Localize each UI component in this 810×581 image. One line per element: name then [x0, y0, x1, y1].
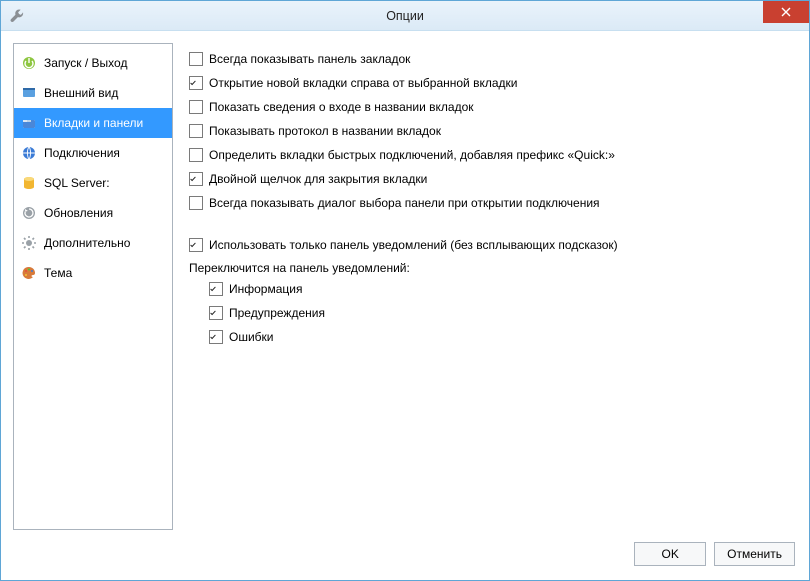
- checkbox-icon: [189, 172, 203, 186]
- options-dialog: Опции Запуск / Выход Внешний вид Вкладки…: [0, 0, 810, 581]
- checkbox-label: Показывать протокол в названии вкладок: [209, 124, 441, 138]
- checkbox-doubleclick-close[interactable]: Двойной щелчок для закрытия вкладки: [189, 167, 793, 191]
- checkbox-label: Показать сведения о входе в названии вкл…: [209, 100, 474, 114]
- checkbox-icon: [209, 306, 223, 320]
- checkbox-open-tab-right[interactable]: Открытие новой вкладки справа от выбранн…: [189, 71, 793, 95]
- dialog-button-bar: OK Отменить: [1, 538, 809, 580]
- checkbox-label: Двойной щелчок для закрытия вкладки: [209, 172, 427, 186]
- sidebar-item-label: Внешний вид: [44, 86, 118, 100]
- checkbox-always-show-bookmarks[interactable]: Всегда показывать панель закладок: [189, 47, 793, 71]
- connections-icon: [20, 144, 38, 162]
- checkbox-icon: [189, 196, 203, 210]
- cancel-button[interactable]: Отменить: [714, 542, 795, 566]
- checkbox-show-logon-tabtitle[interactable]: Показать сведения о входе в названии вкл…: [189, 95, 793, 119]
- updates-icon: [20, 204, 38, 222]
- checkbox-always-panel-dialog[interactable]: Всегда показывать диалог выбора панели п…: [189, 191, 793, 215]
- sidebar-item-updates[interactable]: Обновления: [14, 198, 172, 228]
- sidebar-item-sqlserver[interactable]: SQL Server:: [14, 168, 172, 198]
- sidebar-item-label: Подключения: [44, 146, 120, 160]
- checkbox-icon: [189, 100, 203, 114]
- sidebar-item-tabs-panels[interactable]: Вкладки и панели: [14, 108, 172, 138]
- checkbox-label: Открытие новой вкладки справа от выбранн…: [209, 76, 517, 90]
- sidebar-item-label: SQL Server:: [44, 176, 110, 190]
- checkbox-icon: [189, 124, 203, 138]
- dialog-body: Запуск / Выход Внешний вид Вкладки и пан…: [1, 31, 809, 538]
- checkbox-switch-info[interactable]: Информация: [189, 277, 793, 301]
- titlebar: Опции: [1, 1, 809, 31]
- spacer: [189, 215, 793, 233]
- sidebar-item-label: Дополнительно: [44, 236, 130, 250]
- checkbox-label: Ошибки: [229, 330, 274, 344]
- sidebar-item-appearance[interactable]: Внешний вид: [14, 78, 172, 108]
- sqlserver-icon: [20, 174, 38, 192]
- sidebar-item-label: Вкладки и панели: [44, 116, 143, 130]
- checkbox-icon: [209, 330, 223, 344]
- checkbox-label: Информация: [229, 282, 302, 296]
- checkbox-icon: [209, 282, 223, 296]
- checkbox-only-notification-panel[interactable]: Использовать только панель уведомлений (…: [189, 233, 793, 257]
- category-sidebar: Запуск / Выход Внешний вид Вкладки и пан…: [13, 43, 173, 530]
- launch-exit-icon: [20, 54, 38, 72]
- checkbox-label: Предупреждения: [229, 306, 325, 320]
- checkbox-show-protocol-tabtitle[interactable]: Показывать протокол в названии вкладок: [189, 119, 793, 143]
- appearance-icon: [20, 84, 38, 102]
- tabs-panels-icon: [20, 114, 38, 132]
- options-panel: Всегда показывать панель закладок Открыт…: [185, 43, 797, 530]
- sidebar-item-label: Запуск / Выход: [44, 56, 127, 70]
- theme-icon: [20, 264, 38, 282]
- checkbox-label: Использовать только панель уведомлений (…: [209, 238, 618, 252]
- advanced-icon: [20, 234, 38, 252]
- checkbox-icon: [189, 52, 203, 66]
- switch-panel-label: Переключится на панель уведомлений:: [189, 257, 793, 277]
- window-title: Опции: [1, 9, 809, 23]
- checkbox-label: Определить вкладки быстрых подключений, …: [209, 148, 615, 162]
- checkbox-switch-errors[interactable]: Ошибки: [189, 325, 793, 349]
- checkbox-label: Всегда показывать диалог выбора панели п…: [209, 196, 600, 210]
- close-icon: [781, 7, 791, 17]
- checkbox-icon: [189, 76, 203, 90]
- checkbox-quick-prefix[interactable]: Определить вкладки быстрых подключений, …: [189, 143, 793, 167]
- sidebar-item-advanced[interactable]: Дополнительно: [14, 228, 172, 258]
- checkbox-switch-warnings[interactable]: Предупреждения: [189, 301, 793, 325]
- sidebar-item-startup-shutdown[interactable]: Запуск / Выход: [14, 48, 172, 78]
- sidebar-item-theme[interactable]: Тема: [14, 258, 172, 288]
- checkbox-label: Всегда показывать панель закладок: [209, 52, 410, 66]
- sidebar-item-label: Обновления: [44, 206, 113, 220]
- sidebar-item-label: Тема: [44, 266, 72, 280]
- checkbox-icon: [189, 148, 203, 162]
- checkbox-icon: [189, 238, 203, 252]
- wrench-icon: [9, 8, 25, 24]
- ok-button[interactable]: OK: [634, 542, 706, 566]
- close-button[interactable]: [763, 1, 809, 23]
- sidebar-item-connections[interactable]: Подключения: [14, 138, 172, 168]
